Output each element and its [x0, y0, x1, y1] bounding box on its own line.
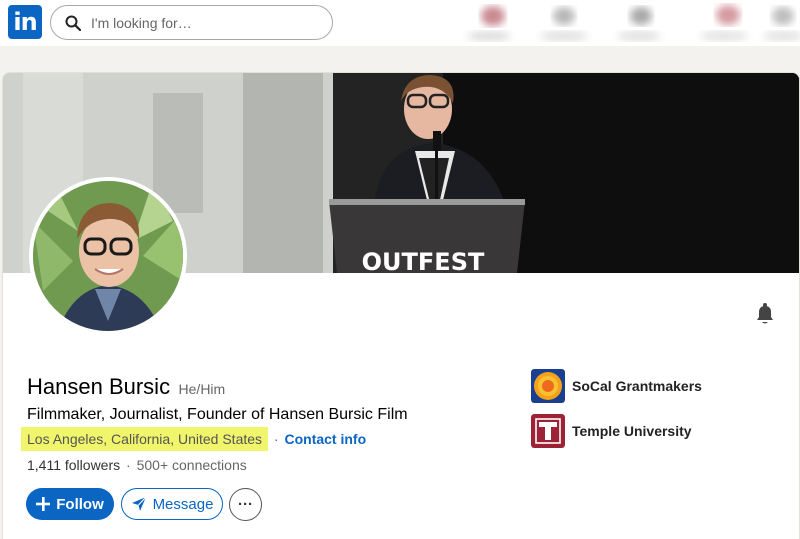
top-nav: in: [0, 0, 800, 46]
location-text: Los Angeles, California, United States: [21, 427, 269, 451]
follow-button[interactable]: Follow: [26, 488, 114, 520]
linkedin-logo[interactable]: in: [8, 5, 42, 39]
send-icon: [131, 496, 147, 511]
plus-icon: [36, 497, 51, 511]
more-actions-button[interactable]: ···: [229, 488, 262, 521]
podium-text: OUTFEST: [362, 248, 485, 273]
org-name: SoCal Grantmakers: [572, 378, 702, 394]
message-button[interactable]: Message: [121, 488, 223, 520]
follow-label: Follow: [56, 495, 104, 513]
pronouns: He/Him: [178, 381, 226, 397]
profile-name: Hansen Bursic: [27, 374, 171, 399]
contact-info-link[interactable]: Contact info: [284, 431, 366, 447]
bell-icon[interactable]: [752, 301, 778, 327]
name-row: Hansen Bursic He/Him: [27, 374, 225, 404]
separator-dot: ·: [126, 457, 131, 473]
profile-headline: Filmmaker, Journalist, Founder of Hansen…: [27, 406, 408, 423]
more-icon: ···: [238, 496, 253, 513]
temple-t-logo-icon: [531, 414, 565, 448]
blurred-nav-icon[interactable]: [530, 2, 600, 46]
profile-avatar[interactable]: [29, 177, 187, 335]
followers-count: 1,411 followers: [27, 457, 121, 473]
network-stats: 1,411 followers · 500+ connections: [27, 457, 247, 473]
avatar-photo: [33, 181, 183, 331]
search-input[interactable]: [91, 12, 321, 34]
org-item[interactable]: Temple University: [531, 414, 692, 448]
blurred-nav-icon[interactable]: [690, 2, 760, 46]
org-name: Temple University: [572, 423, 692, 439]
search-icon: [65, 15, 81, 31]
org-item[interactable]: SoCal Grantmakers: [531, 369, 702, 403]
sun-logo-icon: [531, 369, 565, 403]
message-label: Message: [152, 495, 214, 513]
blurred-nav-icon[interactable]: [455, 2, 525, 46]
connections-count[interactable]: 500+ connections: [137, 457, 247, 473]
search-box[interactable]: [50, 5, 333, 40]
blurred-nav-icon[interactable]: [605, 2, 675, 46]
separator-dot: ·: [273, 431, 279, 447]
profile-card: OUTFEST Hansen Bursic He/Him Filmmaker, …: [2, 72, 800, 539]
blurred-nav-icon[interactable]: [755, 2, 800, 46]
location-row: Los Angeles, California, United States ·…: [21, 427, 366, 453]
